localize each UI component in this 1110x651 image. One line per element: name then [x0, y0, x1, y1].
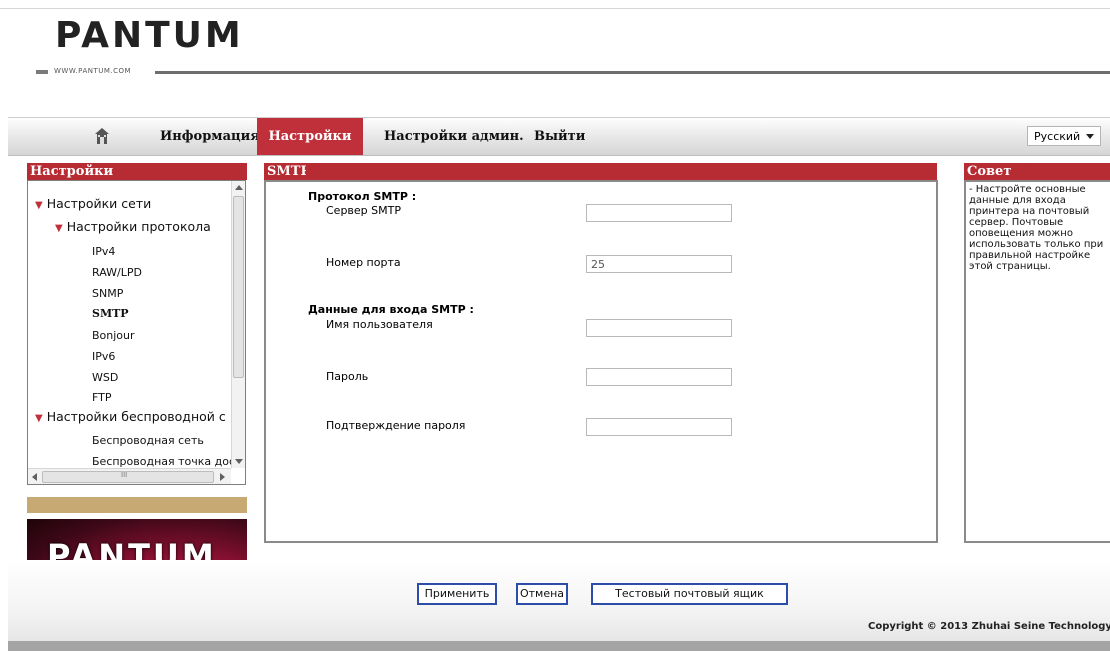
header-notch	[1016, 163, 1030, 180]
cancel-button[interactable]: Отмена	[516, 583, 568, 605]
pantum-logo: PANTUM	[55, 15, 244, 56]
tree-item-label: Настройки беспроводной с	[46, 409, 226, 424]
tip-text: - Настройте основные данные для входа пр…	[969, 184, 1104, 272]
triangle-down-icon: ▼	[35, 413, 43, 424]
tip-panel-header: Совет	[964, 163, 1110, 180]
sidebar-header: Настройки	[27, 163, 247, 180]
scroll-right-arrow-icon[interactable]	[220, 473, 225, 481]
logo-underline-left	[36, 70, 48, 74]
port-number-label: Номер порта	[326, 256, 401, 269]
triangle-down-icon: ▼	[55, 223, 63, 234]
sidebar-tree-panel: ▼ Настройки сети ▼ Настройки протокола IPv…	[27, 180, 246, 485]
tree-item-ftp[interactable]: FTP	[92, 391, 112, 404]
bottom-bar	[8, 641, 1110, 651]
smtp-settings-panel: Протокол SMTP : Сервер SMTP Номер порта …	[264, 180, 938, 543]
tree-item-network-settings[interactable]: ▼ Настройки сети	[35, 196, 151, 211]
smtp-server-input[interactable]	[586, 204, 732, 222]
nav-tab-settings[interactable]: Настройки	[257, 118, 363, 155]
home-icon[interactable]	[94, 127, 110, 145]
password-input[interactable]	[586, 368, 732, 386]
header-notch	[306, 163, 320, 180]
apply-button[interactable]: Применить	[417, 583, 497, 605]
smtp-protocol-section-title: Протокол SMTP :	[308, 190, 417, 203]
logo-underline-right	[155, 71, 1110, 74]
password-label: Пароль	[326, 370, 369, 383]
scroll-grip: III	[121, 471, 128, 479]
language-select-value: Русский	[1034, 130, 1081, 143]
logo-url: WWW.PANTUM.COM	[54, 67, 132, 75]
language-select[interactable]: Русский	[1027, 126, 1101, 146]
sidebar-vertical-scrollbar[interactable]	[231, 181, 245, 468]
scroll-down-arrow-icon[interactable]	[235, 459, 243, 464]
vertical-scroll-thumb[interactable]	[233, 196, 244, 378]
main-panel-header: SMTP	[264, 163, 937, 180]
scroll-up-arrow-icon[interactable]	[235, 185, 243, 190]
username-input[interactable]	[586, 319, 732, 337]
header-notch	[233, 163, 247, 180]
tree-item-ipv4[interactable]: IPv4	[92, 245, 115, 258]
tree-item-smtp[interactable]: SMTP	[92, 307, 129, 320]
horizontal-scroll-thumb[interactable]: III	[42, 471, 214, 483]
nav-tab-information[interactable]: Информация	[160, 118, 260, 155]
nav-tab-logout[interactable]: Выйти	[534, 118, 585, 155]
nav-tab-admin-settings[interactable]: Настройки админ.	[384, 118, 524, 155]
confirm-password-input[interactable]	[586, 418, 732, 436]
triangle-down-icon: ▼	[35, 200, 43, 211]
sidebar-title: Настройки	[30, 164, 114, 179]
sidebar-horizontal-scrollbar[interactable]: III	[28, 468, 231, 484]
smtp-server-label: Сервер SMTP	[326, 204, 401, 217]
port-number-input[interactable]: 25	[586, 255, 732, 273]
top-divider	[0, 8, 1110, 9]
copyright-text: Copyright © 2013 Zhuhai Seine Technology…	[868, 621, 1110, 632]
tip-panel: - Настройте основные данные для входа пр…	[964, 180, 1110, 543]
username-label: Имя пользователя	[326, 318, 433, 331]
tree-item-snmp[interactable]: SNMP	[92, 287, 123, 300]
test-mailbox-button[interactable]: Тестовый почтовый ящик	[591, 583, 788, 605]
tip-panel-title: Совет	[967, 164, 1012, 179]
scroll-left-arrow-icon[interactable]	[32, 473, 37, 481]
tree-item-wireless-hotspot[interactable]: Беспроводная точка досту	[92, 455, 245, 468]
tree-item-label: Настройки сети	[46, 196, 152, 211]
confirm-password-label: Подтверждение пароля	[326, 419, 466, 432]
tree-item-bonjour[interactable]: Bonjour	[92, 329, 135, 342]
tree-item-raw-lpd[interactable]: RAW/LPD	[92, 266, 142, 279]
tree-item-wsd[interactable]: WSD	[92, 371, 118, 384]
chevron-down-icon	[1086, 134, 1094, 139]
tree-item-protocol-settings[interactable]: ▼ Настройки протокола	[55, 219, 211, 234]
smtp-login-section-title: Данные для входа SMTP :	[308, 303, 474, 316]
tree-item-wireless-network[interactable]: Беспроводная сеть	[92, 434, 204, 447]
tree-item-wireless-settings[interactable]: ▼ Настройки беспроводной с	[35, 409, 226, 424]
sidebar-divider-bar	[27, 497, 247, 513]
top-nav-bar: Информация Настройки Настройки админ. Вы…	[8, 117, 1110, 156]
tree-item-ipv6[interactable]: IPv6	[92, 350, 115, 363]
tree-item-label: Настройки протокола	[66, 219, 211, 234]
main-panel-title: SMTP	[267, 164, 311, 179]
footer-area	[8, 560, 1110, 651]
